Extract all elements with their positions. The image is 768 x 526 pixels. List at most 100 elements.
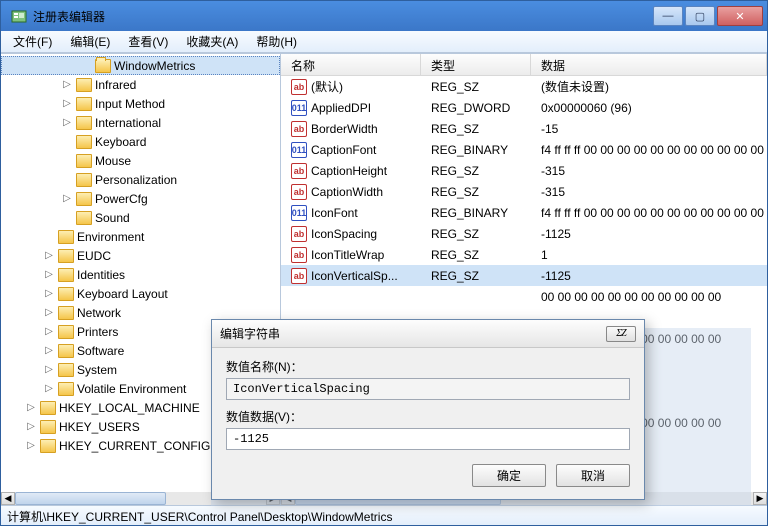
list-row[interactable]: ab(默认)REG_SZ(数值未设置) [281, 76, 767, 97]
col-header-type[interactable]: 类型 [421, 54, 531, 75]
menu-edit[interactable]: 编辑(E) [62, 31, 118, 52]
cell-type: REG_SZ [421, 164, 531, 178]
window-title: 注册表编辑器 [33, 8, 651, 25]
list-row[interactable]: 00 00 00 00 00 00 00 00 00 00 00 [281, 286, 767, 307]
expand-icon[interactable]: ▷ [43, 269, 55, 280]
tree-item-label: PowerCfg [95, 192, 148, 206]
string-icon: ab [291, 268, 307, 284]
tree-item-label: Volatile Environment [77, 382, 186, 396]
tree-item[interactable]: ▷ Infrared [1, 75, 280, 94]
string-icon: ab [291, 79, 307, 95]
list-row[interactable]: 011CaptionFontREG_BINARYf4 ff ff ff 00 0… [281, 139, 767, 160]
tree-item[interactable]: Personalization [1, 170, 280, 189]
tree-item[interactable]: WindowMetrics [1, 56, 280, 75]
cell-data: 00 00 00 00 00 00 00 00 00 00 00 [531, 290, 767, 304]
expand-icon[interactable]: ▷ [43, 307, 55, 318]
cell-data: (数值未设置) [531, 78, 767, 95]
folder-icon [40, 401, 56, 415]
minimize-button[interactable]: — [653, 6, 683, 26]
folder-icon [58, 230, 74, 244]
list-row[interactable]: abCaptionHeightREG_SZ-315 [281, 160, 767, 181]
tree-item-label: Environment [77, 230, 144, 244]
scroll-thumb[interactable] [15, 492, 166, 505]
binary-icon: 011 [291, 142, 307, 158]
list-row[interactable]: abCaptionWidthREG_SZ-315 [281, 181, 767, 202]
tree-item-label: System [77, 363, 117, 377]
value-data-label: 数值数据(V)： [226, 408, 630, 425]
maximize-button[interactable]: ▢ [685, 6, 715, 26]
tree-item-label: Network [77, 306, 121, 320]
list-row[interactable]: abBorderWidthREG_SZ-15 [281, 118, 767, 139]
string-icon: ab [291, 163, 307, 179]
tree-item[interactable]: Environment [1, 227, 280, 246]
cell-data: -1125 [531, 269, 767, 283]
cancel-button[interactable]: 取消 [556, 464, 630, 487]
expand-icon[interactable]: ▷ [43, 364, 55, 375]
expand-icon[interactable]: ▷ [43, 326, 55, 337]
cell-type: REG_SZ [421, 269, 531, 283]
expand-icon[interactable]: ▷ [43, 345, 55, 356]
menu-file[interactable]: 文件(F) [5, 31, 60, 52]
dialog-titlebar[interactable]: 编辑字符串 ΣΖ [212, 320, 644, 348]
expand-icon[interactable]: ▷ [61, 193, 73, 204]
cell-name: BorderWidth [311, 122, 378, 136]
cell-type: REG_SZ [421, 122, 531, 136]
titlebar[interactable]: 注册表编辑器 — ▢ ✕ [1, 1, 767, 31]
ok-button[interactable]: 确定 [472, 464, 546, 487]
tree-item-label: Infrared [95, 78, 136, 92]
tree-item[interactable]: ▷International [1, 113, 280, 132]
statusbar: 计算机\HKEY_CURRENT_USER\Control Panel\Desk… [1, 505, 767, 525]
col-header-data[interactable]: 数据 [531, 54, 767, 75]
tree-item[interactable]: ▷ EUDC [1, 246, 280, 265]
dialog-title: 编辑字符串 [220, 325, 280, 342]
list-row[interactable]: 011AppliedDPIREG_DWORD0x00000060 (96) [281, 97, 767, 118]
scroll-left-icon[interactable]: ◀ [1, 492, 15, 505]
tree-item[interactable]: ▷Keyboard Layout [1, 284, 280, 303]
cell-name: AppliedDPI [311, 101, 371, 115]
list-header: 名称 类型 数据 [281, 54, 767, 76]
expand-icon[interactable]: ▷ [43, 250, 55, 261]
folder-icon [58, 344, 74, 358]
menu-help[interactable]: 帮助(H) [248, 31, 305, 52]
tree-item-label: EUDC [77, 249, 111, 263]
tree-item[interactable]: Mouse [1, 151, 280, 170]
expand-icon[interactable]: ▷ [43, 288, 55, 299]
tree-item[interactable]: Sound [1, 208, 280, 227]
scroll-right-icon[interactable]: ▶ [753, 492, 767, 505]
list-row[interactable]: 011IconFontREG_BINARYf4 ff ff ff 00 00 0… [281, 202, 767, 223]
value-data-field[interactable] [226, 428, 630, 450]
tree-item-label: Input Method [95, 97, 165, 111]
list-row[interactable]: abIconSpacingREG_SZ-1125 [281, 223, 767, 244]
col-header-name[interactable]: 名称 [281, 54, 421, 75]
tree-item[interactable]: ▷ PowerCfg [1, 189, 280, 208]
folder-icon [76, 78, 92, 92]
cell-type: REG_SZ [421, 185, 531, 199]
expand-icon[interactable]: ▷ [25, 421, 37, 432]
dialog-close-button[interactable]: ΣΖ [606, 326, 636, 342]
tree-item-label: WindowMetrics [114, 59, 195, 73]
expand-icon[interactable]: ▷ [43, 383, 55, 394]
expand-icon[interactable]: ▷ [61, 98, 73, 109]
list-row[interactable]: abIconVerticalSp...REG_SZ-1125 [281, 265, 767, 286]
tree-item[interactable]: ▷ Input Method [1, 94, 280, 113]
expand-icon[interactable]: ▷ [61, 117, 73, 128]
string-icon: ab [291, 184, 307, 200]
cell-type: REG_SZ [421, 80, 531, 94]
folder-icon [58, 382, 74, 396]
tree-item[interactable]: Keyboard [1, 132, 280, 151]
tree-item-label: Sound [95, 211, 130, 225]
close-button[interactable]: ✕ [717, 6, 763, 26]
expand-icon[interactable]: ▷ [25, 440, 37, 451]
cell-type: REG_SZ [421, 248, 531, 262]
expand-icon[interactable]: ▷ [61, 79, 73, 90]
cell-data: 0x00000060 (96) [531, 101, 767, 115]
menubar: 文件(F) 编辑(E) 查看(V) 收藏夹(A) 帮助(H) [1, 31, 767, 53]
cell-type: REG_BINARY [421, 206, 531, 220]
list-row[interactable]: abIconTitleWrapREG_SZ1 [281, 244, 767, 265]
folder-icon [58, 287, 74, 301]
expand-icon[interactable]: ▷ [25, 402, 37, 413]
menu-favorites[interactable]: 收藏夹(A) [178, 31, 246, 52]
tree-item[interactable]: ▷Identities [1, 265, 280, 284]
cell-name: IconTitleWrap [311, 248, 384, 262]
menu-view[interactable]: 查看(V) [120, 31, 176, 52]
